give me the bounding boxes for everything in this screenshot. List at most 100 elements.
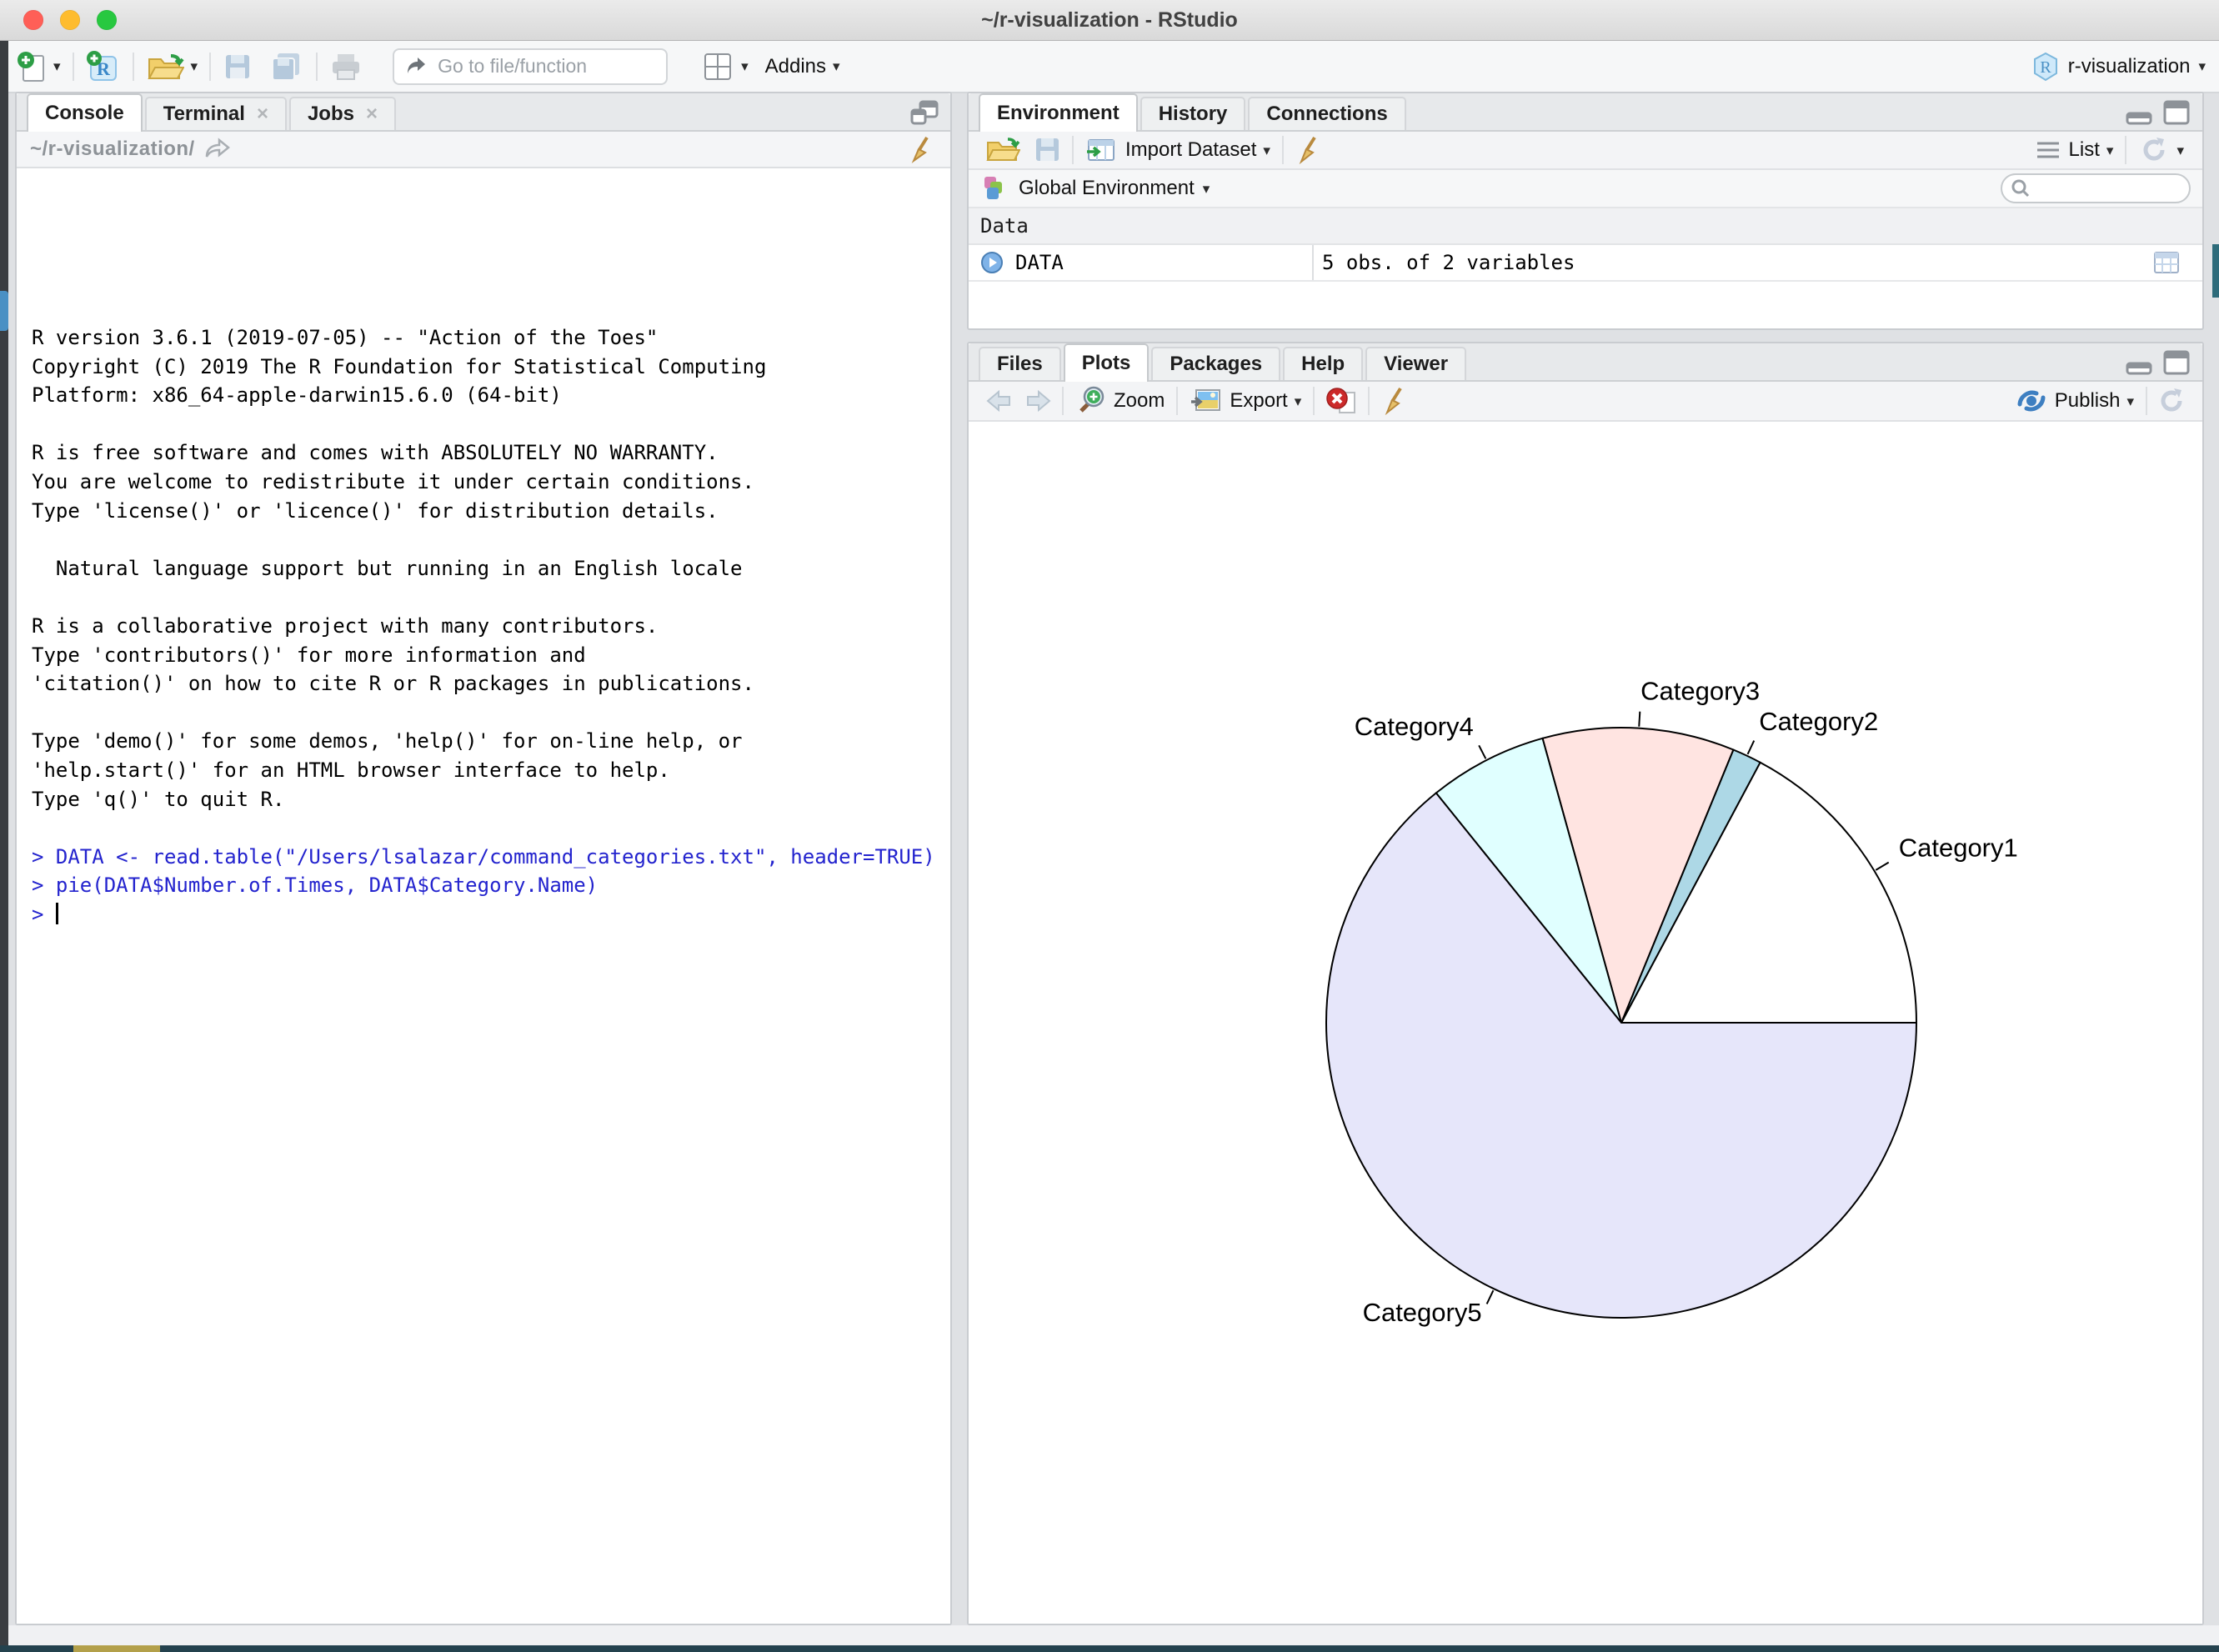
tab-files[interactable]: Files xyxy=(979,347,1061,380)
project-menu-button[interactable]: R r-visualization ▾ xyxy=(2018,51,2219,83)
refresh-icon xyxy=(2138,134,2170,166)
tab-connections[interactable]: Connections xyxy=(1248,97,1405,130)
console-line: > pie(DATA$Number.of.Times, DATA$Categor… xyxy=(32,871,950,900)
scope-selector[interactable]: Global Environment xyxy=(1019,177,1195,200)
pie-label: Category3 xyxy=(1640,677,1760,706)
maximize-pane-icon[interactable] xyxy=(2162,100,2191,125)
list-label: List xyxy=(2069,138,2100,162)
clear-console-icon[interactable] xyxy=(907,134,937,164)
list-icon xyxy=(2034,138,2062,163)
import-dataset-button[interactable]: Import Dataset ▾ xyxy=(1077,135,1279,165)
publish-label: Publish xyxy=(2055,389,2121,413)
next-plot-icon[interactable] xyxy=(1024,388,1054,414)
tab-console[interactable]: Console xyxy=(27,93,143,132)
list-view-button[interactable]: List ▾ xyxy=(2026,138,2122,163)
refresh-plot-icon[interactable] xyxy=(2156,385,2187,417)
print-button[interactable] xyxy=(321,51,371,83)
chevron-down-icon: ▾ xyxy=(191,59,198,73)
goto-file-function-box[interactable] xyxy=(393,48,668,85)
chevron-down-icon: ▾ xyxy=(53,59,61,73)
save-all-button[interactable] xyxy=(261,51,313,83)
restore-pane-icon[interactable] xyxy=(909,100,939,127)
expand-object-icon[interactable] xyxy=(980,250,1005,275)
plots-toolbar: Zoom Export ▾ Pu xyxy=(969,382,2202,422)
close-icon[interactable]: × xyxy=(366,104,378,124)
tab-environment[interactable]: Environment xyxy=(979,93,1138,132)
pie-label: Category5 xyxy=(1363,1298,1482,1327)
data-section-header: Data xyxy=(969,208,2202,245)
new-project-button[interactable]: R xyxy=(78,50,129,83)
console-line xyxy=(32,583,950,612)
clear-objects-icon[interactable] xyxy=(1294,135,1324,165)
object-name: DATA xyxy=(1015,251,1064,274)
minimize-pane-icon[interactable] xyxy=(2126,100,2154,125)
publish-icon xyxy=(2015,386,2048,416)
console-line: R version 3.6.1 (2019-07-05) -- "Action … xyxy=(32,323,950,353)
divider xyxy=(1072,136,1074,164)
tab-jobs[interactable]: Jobs × xyxy=(289,97,396,130)
previous-plot-icon[interactable] xyxy=(984,388,1014,414)
addins-button[interactable]: Addins ▾ xyxy=(757,55,849,78)
addins-label: Addins xyxy=(765,55,826,78)
window-title: ~/r-visualization - RStudio xyxy=(0,0,2219,40)
minimize-pane-icon[interactable] xyxy=(2126,350,2154,375)
open-file-button[interactable]: ▾ xyxy=(138,51,207,83)
divider xyxy=(1176,387,1178,415)
export-plot-button[interactable]: Export ▾ xyxy=(1181,387,1310,415)
chevron-down-icon: ▾ xyxy=(2198,59,2206,73)
divider xyxy=(1313,387,1315,415)
tab-history[interactable]: History xyxy=(1140,97,1246,130)
console-output: R version 3.6.1 (2019-07-05) -- "Action … xyxy=(17,298,950,929)
environment-panel: Environment History Connections xyxy=(967,92,2204,330)
publish-button[interactable]: Publish ▾ xyxy=(2006,386,2142,416)
chevron-down-icon: ▾ xyxy=(833,59,840,73)
pie-label: Category1 xyxy=(1899,833,2018,862)
environment-toolbar: Import Dataset ▾ List ▾ ▾ xyxy=(969,132,2202,170)
show-in-folder-icon[interactable] xyxy=(203,137,232,162)
pane-layout-button[interactable]: ▾ xyxy=(693,50,757,83)
tab-packages[interactable]: Packages xyxy=(1151,347,1280,380)
load-workspace-icon[interactable] xyxy=(985,135,1020,165)
save-workspace-icon[interactable] xyxy=(1034,135,1062,165)
chevron-down-icon: ▾ xyxy=(2176,143,2184,158)
window-bottom-strip xyxy=(8,1625,2219,1645)
tab-viewer[interactable]: Viewer xyxy=(1365,347,1466,380)
maximize-pane-icon[interactable] xyxy=(2162,350,2191,375)
pie-label: Category2 xyxy=(1759,707,1878,736)
save-button[interactable] xyxy=(214,51,261,83)
export-label: Export xyxy=(1230,389,1287,413)
tab-plots[interactable]: Plots xyxy=(1064,343,1150,382)
print-icon xyxy=(329,51,363,83)
chevron-down-icon: ▾ xyxy=(1263,143,1270,158)
save-icon xyxy=(223,51,253,83)
object-row-data[interactable]: DATA 5 obs. of 2 variables xyxy=(969,245,2202,282)
console-line: > xyxy=(32,900,950,929)
console-path-bar: ~/r-visualization/ xyxy=(17,132,950,168)
search-icon xyxy=(2011,178,2031,198)
goto-arrow-icon xyxy=(404,55,428,78)
remove-plot-icon[interactable] xyxy=(1325,386,1358,416)
column-divider xyxy=(1312,245,1314,280)
working-directory: ~/r-visualization/ xyxy=(30,138,195,161)
new-file-button[interactable]: ▾ xyxy=(8,51,69,83)
close-icon[interactable]: × xyxy=(257,104,268,124)
goto-file-function-input[interactable] xyxy=(436,54,686,78)
main-toolbar: ▾ R ▾ xyxy=(8,41,2219,93)
tab-terminal[interactable]: Terminal × xyxy=(145,97,287,130)
view-table-icon[interactable] xyxy=(2152,250,2181,275)
export-image-icon xyxy=(1190,387,1223,415)
r-project-cube-icon: R xyxy=(2031,51,2060,83)
console-line xyxy=(32,410,950,439)
zoom-plot-button[interactable]: Zoom xyxy=(1067,385,1173,417)
environment-search-input[interactable] xyxy=(2037,177,2181,200)
console-input-area[interactable]: R version 3.6.1 (2019-07-05) -- "Action … xyxy=(17,298,950,1624)
save-all-icon xyxy=(269,51,304,83)
console-line: Type 'license()' or 'licence()' for dist… xyxy=(32,497,950,526)
environment-search-box[interactable] xyxy=(2001,173,2191,203)
console-line: Type 'contributors()' for more informati… xyxy=(32,641,950,670)
background-window-fragment xyxy=(0,291,8,331)
clear-all-plots-icon[interactable] xyxy=(1380,386,1410,416)
tab-help[interactable]: Help xyxy=(1283,347,1363,380)
refresh-environment-button[interactable]: ▾ xyxy=(2130,134,2192,166)
environment-scope-row: Global Environment ▾ xyxy=(969,170,2202,208)
